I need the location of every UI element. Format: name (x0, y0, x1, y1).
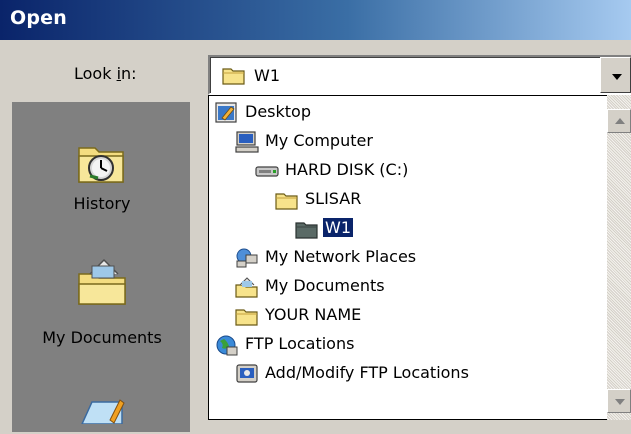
window-title: Open (10, 7, 67, 29)
list-item-label: W1 (322, 217, 354, 238)
list-item-label: Desktop (245, 102, 311, 121)
places-bar: History My Documents (12, 102, 190, 432)
places-item-my-documents[interactable]: My Documents (14, 256, 190, 356)
scroll-up-button[interactable] (607, 109, 631, 133)
list-item-label: HARD DISK (C:) (285, 160, 409, 179)
look-in-value: W1 (254, 66, 280, 85)
folder-icon (275, 193, 298, 210)
dropdown-scrollbar[interactable] (607, 95, 631, 420)
title-bar[interactable]: Open (0, 0, 631, 40)
network-places-icon (236, 248, 258, 268)
places-label-my-documents: My Documents (42, 328, 162, 347)
look-in-dropdown-list: Desktop My Computer HARD DISK (C:) SLISA… (208, 95, 631, 420)
list-item-label: My Documents (265, 276, 385, 295)
look-in-label: Look in: (74, 64, 137, 83)
folder-icon (222, 68, 245, 85)
list-item-label: SLISAR (305, 189, 362, 208)
scroll-down-button[interactable] (607, 389, 631, 413)
list-item-label: My Network Places (265, 247, 417, 266)
my-documents-icon (235, 277, 258, 298)
list-item-label: Add/Modify FTP Locations (265, 363, 469, 382)
places-item-desktop[interactable] (14, 394, 190, 434)
chevron-down-icon (615, 399, 625, 405)
desktop-icon (215, 102, 237, 123)
ftp-globe-icon (216, 335, 238, 356)
list-item-label: YOUR NAME (265, 305, 362, 324)
open-folder-icon (295, 222, 318, 239)
places-label-history: History (73, 194, 131, 213)
my-documents-icon (78, 258, 126, 305)
history-icon (78, 147, 124, 183)
computer-icon (235, 131, 259, 153)
list-item-label: My Computer (265, 131, 373, 150)
ftp-add-icon (236, 364, 258, 383)
look-in-dropdown-button[interactable] (600, 57, 631, 93)
chevron-up-icon (615, 118, 625, 124)
hard-disk-icon (255, 166, 279, 177)
chevron-down-icon (612, 74, 622, 80)
folder-icon (235, 309, 258, 326)
look-in-combobox[interactable]: W1 (208, 55, 631, 95)
places-item-history[interactable]: History (14, 134, 190, 234)
list-item-label: FTP Locations (245, 334, 355, 353)
